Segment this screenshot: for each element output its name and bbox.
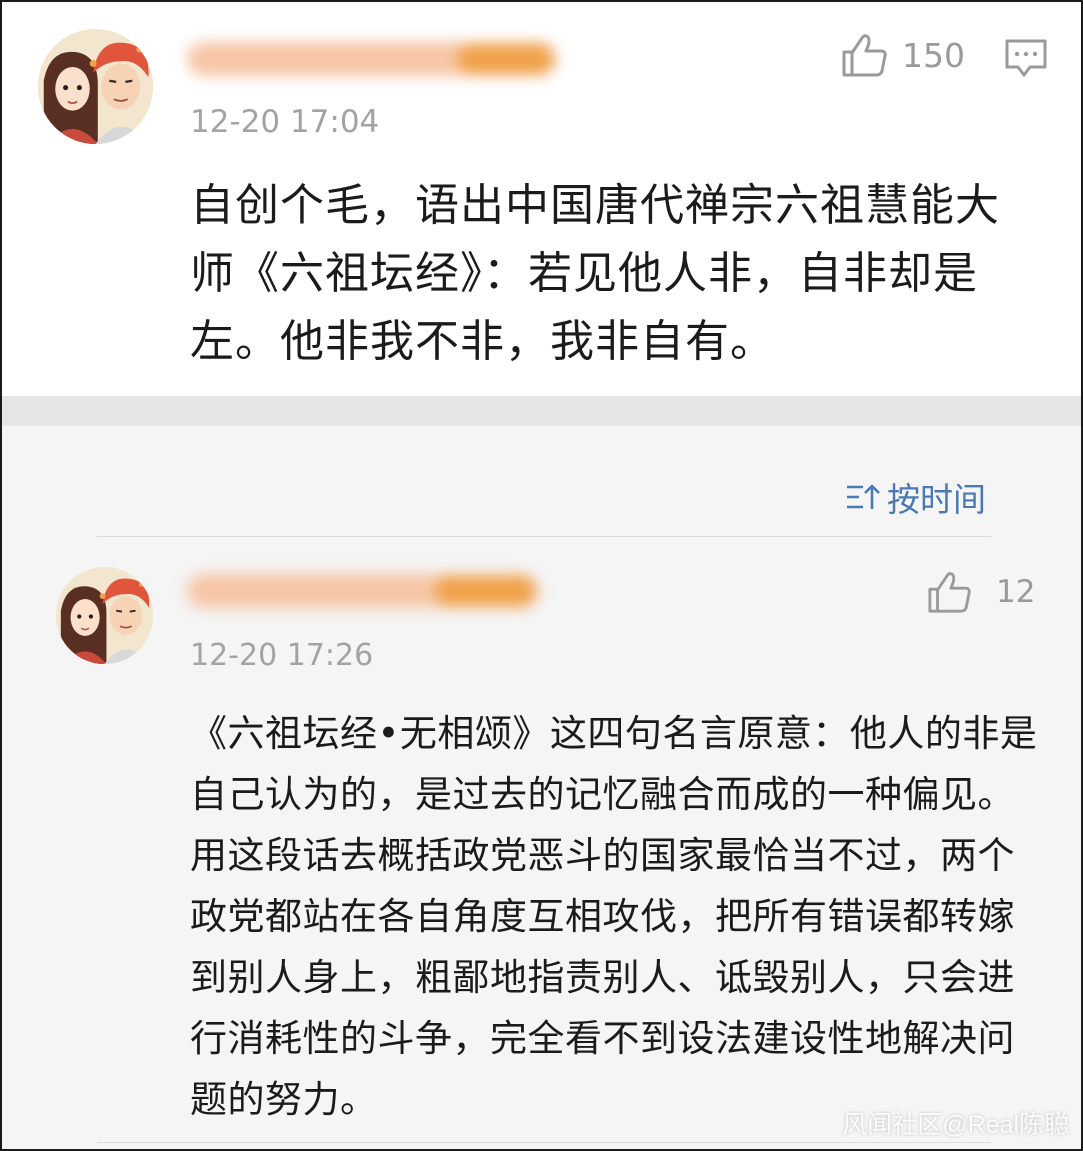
thumbs-up-icon — [842, 34, 887, 77]
thumbs-up-icon — [928, 572, 971, 613]
like-button[interactable]: 150 — [840, 32, 965, 78]
avatar-illustration-icon — [56, 567, 153, 664]
username-blurred[interactable] — [187, 42, 557, 76]
reply-button[interactable] — [1004, 38, 1048, 82]
reply-timestamp: 12-20 17:26 — [190, 638, 374, 673]
replies-section: 按时间 12-20 17:26 12 《六祖坛经•无相颂》这四句名言原意：他人的… — [2, 426, 1081, 1149]
username-blurred[interactable] — [187, 574, 539, 608]
comment-reply-icon — [1005, 39, 1047, 77]
like-count: 150 — [902, 35, 965, 75]
like-count: 12 — [996, 574, 1036, 610]
user-badge — [435, 576, 535, 606]
section-divider — [2, 396, 1081, 426]
user-badge — [457, 44, 553, 74]
avatar[interactable] — [56, 567, 153, 664]
watermark: 风闻社区@Real陈聪 — [842, 1111, 1069, 1139]
divider-line — [97, 536, 991, 537]
comment-timestamp: 12-20 17:04 — [190, 104, 380, 140]
comment-text: 自创个毛，语出中国唐代禅宗六祖慧能大师《六祖坛经》：若见他人非，自非却是左。他非… — [190, 180, 1000, 367]
screenshot-frame: 12-20 17:04 150 自创个毛，语出中国唐代禅宗六祖慧能大师《六祖坛经… — [0, 0, 1083, 1151]
sort-order-icon — [847, 484, 880, 509]
avatar-illustration-icon — [38, 29, 153, 144]
avatar[interactable] — [38, 29, 153, 144]
like-button[interactable]: 12 — [926, 570, 1035, 614]
sort-by-time-button[interactable]: 按时间 — [845, 473, 986, 521]
reply-text: 《六祖坛经•无相颂》这四句名言原意：他人的非是自己认为的，是过去的记忆融合而成的… — [190, 712, 1038, 1121]
divider-line — [97, 1142, 991, 1143]
main-comment: 12-20 17:04 150 自创个毛，语出中国唐代禅宗六祖慧能大师《六祖坛经… — [2, 2, 1081, 396]
sort-label: 按时间 — [887, 480, 986, 519]
